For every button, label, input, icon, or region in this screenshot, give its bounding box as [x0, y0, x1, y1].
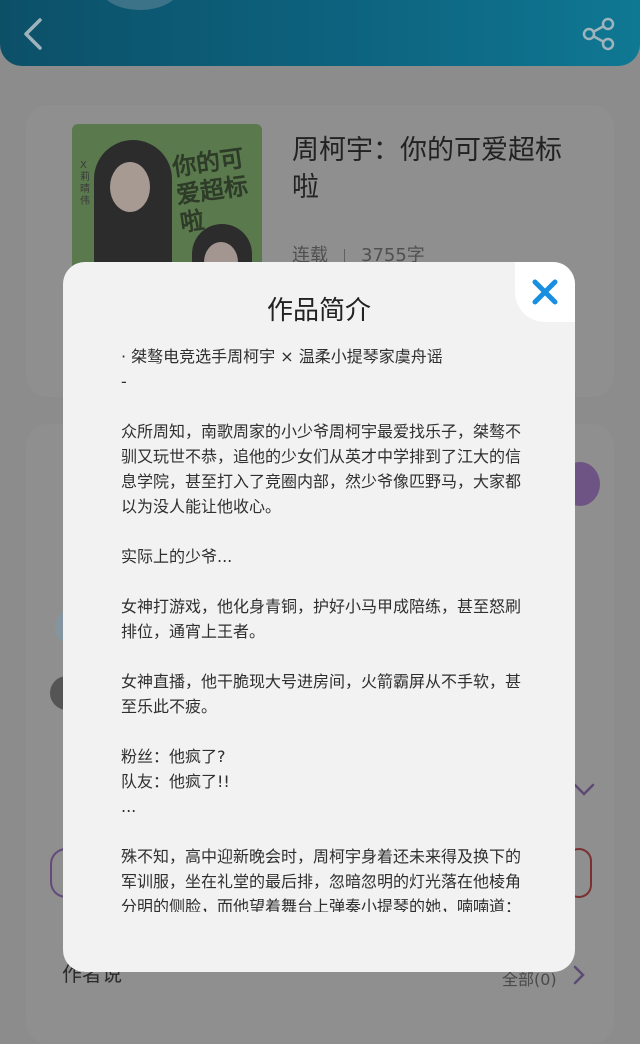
- close-button[interactable]: [515, 262, 575, 322]
- app-header: [0, 0, 640, 66]
- synopsis-spacer: [121, 719, 521, 744]
- synopsis-spacer: [121, 819, 521, 844]
- cover-title-art: 你的可爱超标啦: [170, 143, 250, 238]
- synopsis-text: · 桀骜电竞选手周柯宇 × 温柔小提琴家虞舟谣 - 众所周知，南歌周家的小少爷周…: [121, 344, 521, 912]
- chevron-down-icon[interactable]: [572, 782, 596, 798]
- synopsis-paragraph: 女神打游戏，他化身青铜，护好小马甲成陪练，甚至怒刷排位，通宵上王者。: [121, 597, 521, 641]
- synopsis-spacer: [121, 394, 521, 419]
- book-cover[interactable]: 你的可爱超标啦 X莉晴伟: [72, 124, 262, 284]
- synopsis-spacer: [121, 569, 521, 594]
- synopsis-paragraph: · 桀骜电竞选手周柯宇 × 温柔小提琴家虞舟谣 -: [121, 347, 443, 391]
- synopsis-paragraph: 粉丝：他疯了? 队友：他疯了!! ...: [121, 747, 230, 816]
- synopsis-spacer: [121, 519, 521, 544]
- modal-title: 作品简介: [266, 296, 371, 326]
- share-icon: [582, 17, 615, 51]
- synopsis-paragraph: 女神直播，他干脆现大号进房间，火箭霸屏从不手软，甚至乐此不疲。: [121, 672, 521, 716]
- close-icon: [532, 279, 558, 305]
- header-decoration: [100, 0, 180, 10]
- synopsis-paragraph: 众所周知，南歌周家的小少爷周柯宇最爱找乐子，桀骜不驯又玩世不恭，追他的少女们从英…: [121, 422, 521, 516]
- synopsis-modal: 作品简介 · 桀骜电竞选手周柯宇 × 温柔小提琴家虞舟谣 - 众所周知，南歌周家…: [63, 262, 575, 972]
- book-title: 周柯宇：你的可爱超标啦: [292, 135, 562, 203]
- cover-author-art: X莉晴伟: [80, 160, 90, 207]
- back-button[interactable]: [18, 14, 54, 54]
- chevron-left-icon: [24, 18, 42, 50]
- synopsis-spacer: [121, 644, 521, 669]
- meta-divider: [344, 249, 345, 263]
- chevron-right-icon[interactable]: [572, 964, 586, 986]
- share-button[interactable]: [580, 15, 618, 53]
- synopsis-paragraph: 实际上的少爷...: [121, 547, 233, 566]
- cover-face: [110, 162, 150, 212]
- synopsis-paragraph: 殊不知，高中迎新晚会时，周柯宇身着还未来得及换下的军训服，坐在礼堂的最后排，忽暗…: [121, 847, 521, 912]
